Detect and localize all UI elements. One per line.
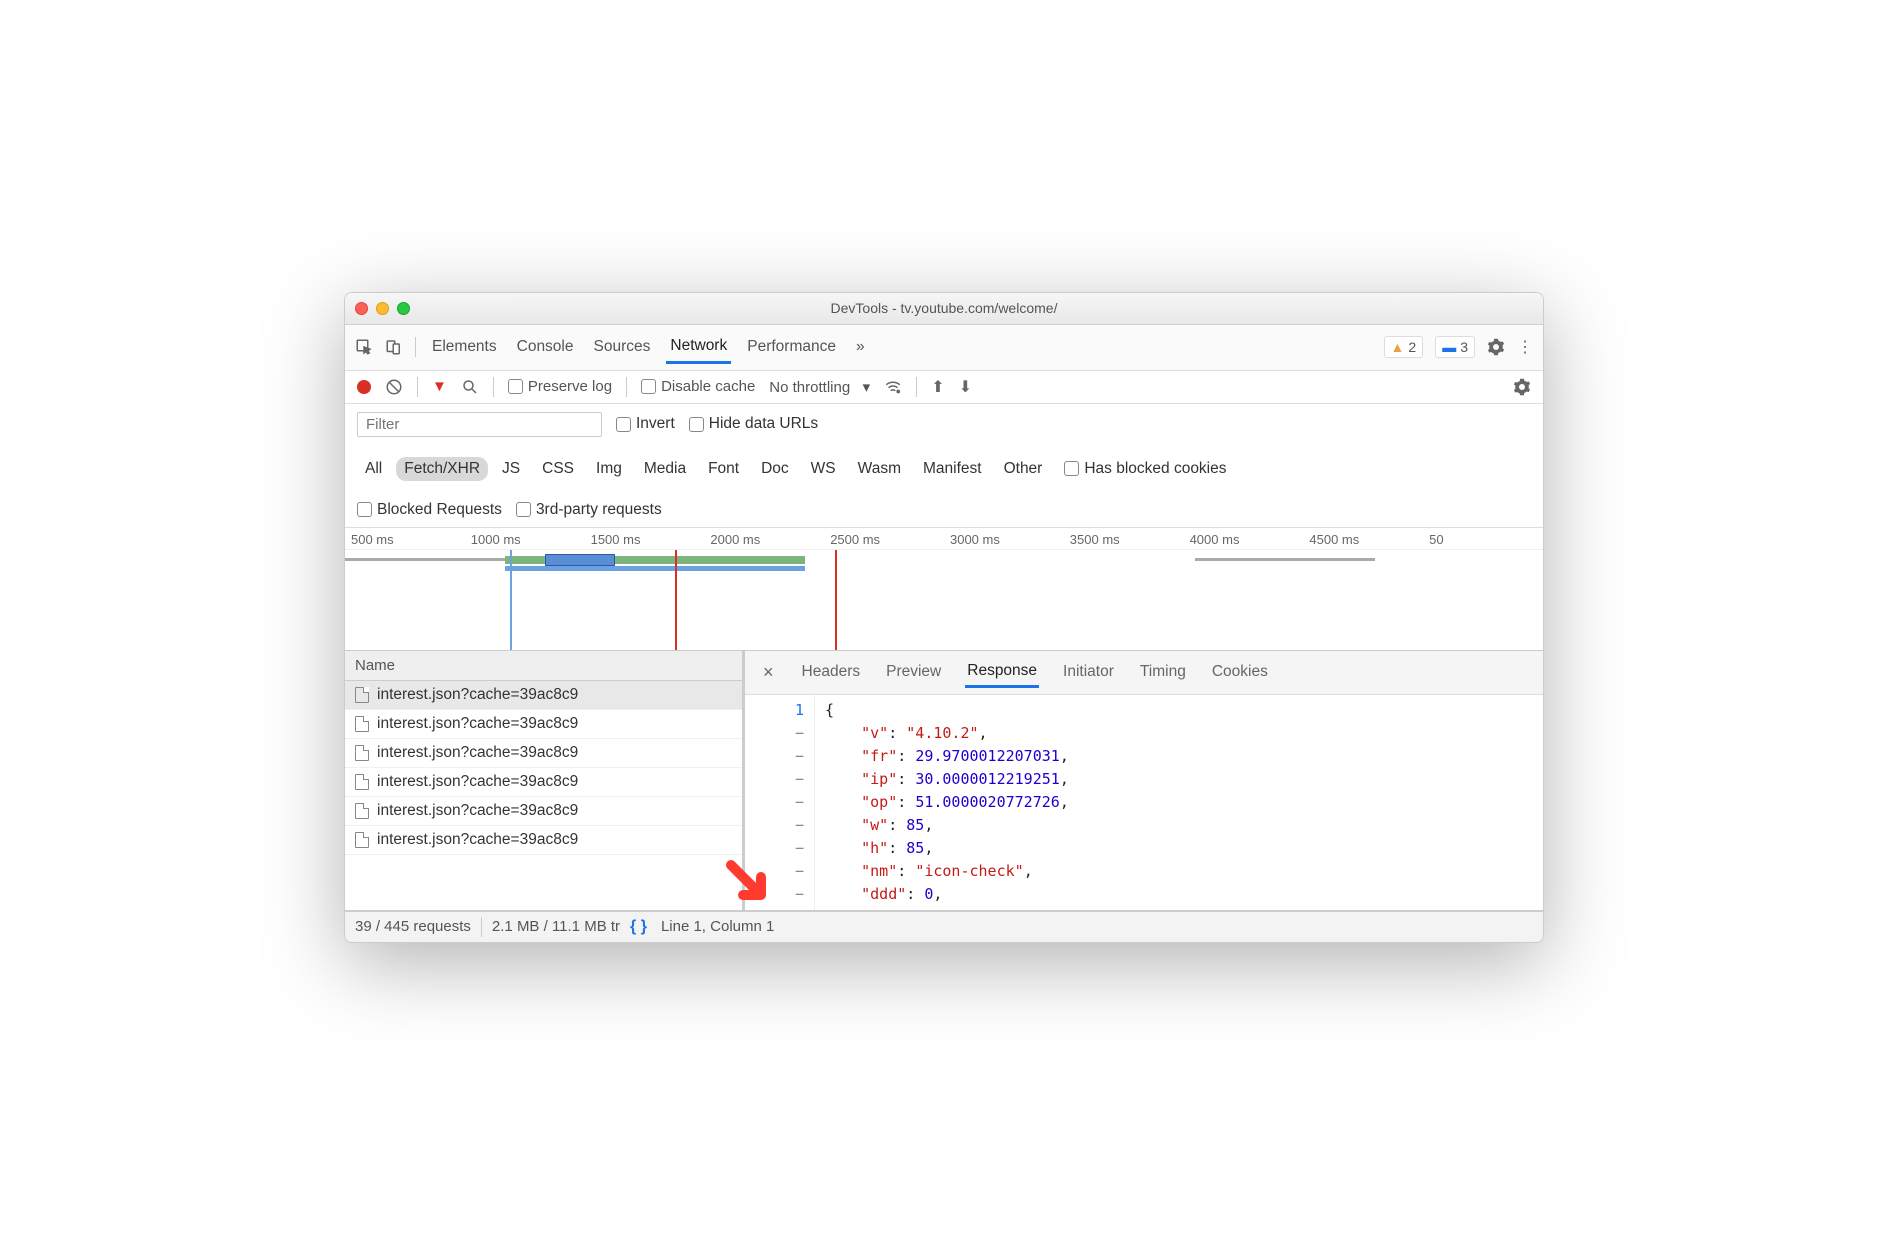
wifi-icon[interactable] [884, 378, 902, 396]
panel-gear-icon[interactable] [1513, 378, 1531, 396]
filter-row: Invert Hide data URLs AllFetch/XHRJSCSSI… [345, 404, 1543, 528]
tick: 2500 ms [824, 532, 944, 547]
list-header-name[interactable]: Name [345, 651, 742, 681]
filter-type-media[interactable]: Media [636, 457, 694, 481]
filter-type-img[interactable]: Img [588, 457, 630, 481]
timeline-track[interactable] [345, 550, 1543, 650]
detail-tabs: × Headers Preview Response Initiator Tim… [745, 651, 1543, 695]
gear-icon[interactable] [1487, 338, 1505, 356]
disable-cache-checkbox[interactable]: Disable cache [641, 378, 755, 395]
request-name: interest.json?cache=39ac8c9 [377, 773, 578, 791]
request-name: interest.json?cache=39ac8c9 [377, 802, 578, 820]
main-toolbar: Elements Console Sources Network Perform… [345, 325, 1543, 371]
request-row[interactable]: interest.json?cache=39ac8c9 [345, 710, 742, 739]
filter-type-manifest[interactable]: Manifest [915, 457, 990, 481]
request-name: interest.json?cache=39ac8c9 [377, 831, 578, 849]
detail-pane: × Headers Preview Response Initiator Tim… [745, 651, 1543, 910]
tab-response[interactable]: Response [965, 657, 1039, 688]
clear-icon[interactable] [385, 378, 403, 396]
filter-icon[interactable]: ▼ [432, 378, 447, 395]
document-icon [355, 774, 369, 790]
split-pane: Name interest.json?cache=39ac8c9 interest… [345, 651, 1543, 911]
record-icon[interactable] [357, 380, 371, 394]
request-count: 39 / 445 requests [355, 918, 471, 935]
hide-data-checkbox[interactable]: Hide data URLs [689, 415, 818, 433]
request-name: interest.json?cache=39ac8c9 [377, 686, 578, 704]
filter-type-ws[interactable]: WS [803, 457, 844, 481]
warnings-badge[interactable]: ▲2 [1384, 336, 1424, 358]
filter-type-doc[interactable]: Doc [753, 457, 797, 481]
filter-type-other[interactable]: Other [996, 457, 1051, 481]
request-name: interest.json?cache=39ac8c9 [377, 744, 578, 762]
blocked-req-checkbox[interactable]: Blocked Requests [357, 501, 502, 519]
request-row[interactable]: interest.json?cache=39ac8c9 [345, 739, 742, 768]
transfer-size: 2.1 MB / 11.1 MB tr [492, 918, 620, 935]
throttling-select[interactable]: No throttling ▾ [769, 378, 870, 396]
document-icon [355, 745, 369, 761]
filter-type-js[interactable]: JS [494, 457, 528, 481]
tick: 500 ms [345, 532, 465, 547]
tick: 1500 ms [585, 532, 705, 547]
tick: 50 [1423, 532, 1543, 547]
titlebar: DevTools - tv.youtube.com/welcome/ [345, 293, 1543, 325]
tick: 4000 ms [1184, 532, 1304, 547]
tab-performance[interactable]: Performance [743, 332, 840, 362]
preserve-log-checkbox[interactable]: Preserve log [508, 378, 612, 395]
request-list: Name interest.json?cache=39ac8c9 interest… [345, 651, 745, 910]
filter-input[interactable] [357, 412, 602, 437]
filter-type-wasm[interactable]: Wasm [850, 457, 909, 481]
pretty-print-button[interactable]: { } [630, 918, 647, 936]
tick: 2000 ms [704, 532, 824, 547]
kebab-icon[interactable]: ⋮ [1517, 337, 1533, 357]
document-icon [355, 803, 369, 819]
tab-timing[interactable]: Timing [1138, 658, 1188, 686]
tab-sources[interactable]: Sources [590, 332, 655, 362]
tab-headers[interactable]: Headers [800, 658, 863, 686]
tab-console[interactable]: Console [513, 332, 578, 362]
filter-type-font[interactable]: Font [700, 457, 747, 481]
tick: 3000 ms [944, 532, 1064, 547]
third-party-checkbox[interactable]: 3rd-party requests [516, 501, 662, 519]
invert-checkbox[interactable]: Invert [616, 415, 675, 433]
tick: 1000 ms [465, 532, 585, 547]
request-row[interactable]: interest.json?cache=39ac8c9 [345, 826, 742, 855]
request-row[interactable]: interest.json?cache=39ac8c9 [345, 681, 742, 710]
tick: 3500 ms [1064, 532, 1184, 547]
inspect-icon[interactable] [355, 338, 373, 356]
tab-initiator[interactable]: Initiator [1061, 658, 1116, 686]
document-icon [355, 716, 369, 732]
window-title: DevTools - tv.youtube.com/welcome/ [345, 300, 1543, 316]
close-icon[interactable]: × [759, 662, 778, 683]
filter-type-all[interactable]: All [357, 457, 390, 481]
network-toolbar: ▼ Preserve log Disable cache No throttli… [345, 371, 1543, 404]
tick: 4500 ms [1303, 532, 1423, 547]
filter-type-fetch-xhr[interactable]: Fetch/XHR [396, 457, 488, 481]
tab-elements[interactable]: Elements [428, 332, 501, 362]
response-code[interactable]: 1−−−−−−−− { "v": "4.10.2", "fr": 29.9700… [745, 695, 1543, 910]
status-bar: 39 / 445 requests 2.1 MB / 11.1 MB tr { … [345, 911, 1543, 942]
request-row[interactable]: interest.json?cache=39ac8c9 [345, 768, 742, 797]
messages-badge[interactable]: ▬3 [1435, 336, 1475, 358]
device-icon[interactable] [385, 338, 403, 356]
timeline[interactable]: 500 ms1000 ms1500 ms2000 ms2500 ms3000 m… [345, 528, 1543, 651]
devtools-window: DevTools - tv.youtube.com/welcome/ Eleme… [344, 292, 1544, 943]
cursor-position: Line 1, Column 1 [661, 918, 774, 935]
tab-preview[interactable]: Preview [884, 658, 943, 686]
tab-cookies[interactable]: Cookies [1210, 658, 1270, 686]
has-blocked-checkbox[interactable]: Has blocked cookies [1064, 460, 1226, 478]
search-icon[interactable] [461, 378, 479, 396]
download-icon[interactable]: ⬇ [959, 377, 972, 397]
upload-icon[interactable]: ⬆ [931, 377, 944, 397]
tab-network[interactable]: Network [666, 331, 731, 364]
document-icon [355, 687, 369, 703]
request-row[interactable]: interest.json?cache=39ac8c9 [345, 797, 742, 826]
filter-type-css[interactable]: CSS [534, 457, 582, 481]
document-icon [355, 832, 369, 848]
tab-more[interactable]: » [852, 332, 869, 362]
request-name: interest.json?cache=39ac8c9 [377, 715, 578, 733]
